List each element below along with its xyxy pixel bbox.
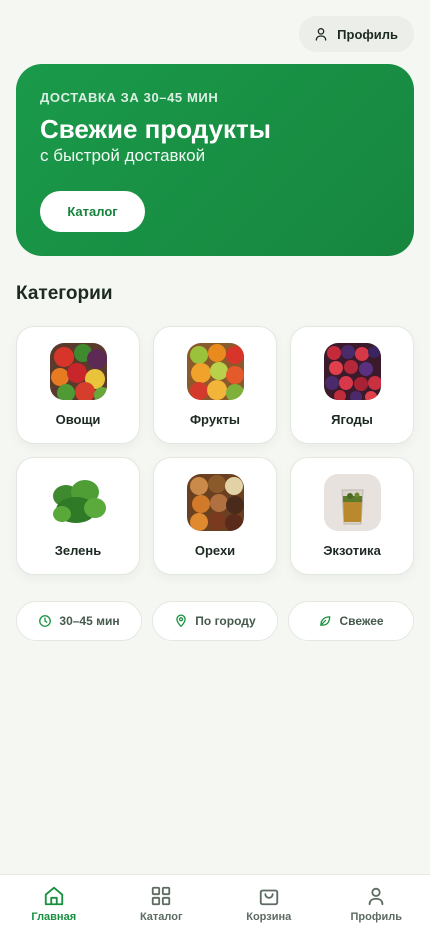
feature-chip-fresh[interactable]: Свежее [288, 601, 414, 641]
location-pin-icon [176, 614, 187, 628]
feature-chip-city[interactable]: По городу [152, 601, 278, 641]
nuts-image [186, 474, 244, 531]
profile-button-label: Профиль [337, 26, 398, 42]
leaf-icon [320, 616, 331, 626]
home-icon [44, 886, 63, 906]
nav-item-label: Корзина [246, 911, 292, 923]
categories-grid: Овощи Фрукты Ягоды Зелень Орехи Экзотика [16, 326, 414, 575]
feature-chip-time[interactable]: 30–45 мин [16, 601, 142, 641]
berries-image [323, 343, 381, 400]
nav-item-label: Главная [31, 911, 77, 923]
hero-banner: ДОСТАВКА ЗА 30–45 МИН Свежие продукты с … [16, 64, 414, 256]
feature-chip-label: 30–45 мин [59, 614, 120, 628]
vegetables-image [49, 343, 107, 400]
category-label: Овощи [55, 412, 101, 427]
greens-image [49, 474, 107, 531]
category-label: Зелень [54, 543, 102, 558]
category-label: Фрукты [189, 412, 241, 427]
category-card-berries[interactable]: Ягоды [290, 326, 414, 444]
shopping-bag-icon [259, 889, 278, 906]
category-card-fruits[interactable]: Фрукты [153, 326, 277, 444]
top-bar: Профиль [299, 16, 414, 52]
fruits-image [186, 343, 244, 400]
hero-subtitle: с быстрой доставкой [40, 146, 206, 165]
features-row: 30–45 мин По городу Свежее [16, 601, 414, 641]
user-icon [368, 887, 384, 906]
grid-icon [152, 886, 171, 906]
category-label: Экзотика [323, 543, 381, 558]
nav-item-profile[interactable]: Профиль [323, 875, 430, 932]
profile-button[interactable]: Профиль [299, 16, 414, 52]
category-card-exotic[interactable]: Экзотика [290, 457, 414, 575]
category-card-greens[interactable]: Зелень [16, 457, 140, 575]
catalog-button[interactable]: Каталог [40, 191, 145, 232]
category-card-vegetables[interactable]: Овощи [16, 326, 140, 444]
user-icon [315, 28, 327, 41]
category-label: Ягоды [331, 412, 373, 427]
exotic-drink-image [323, 474, 381, 531]
nav-item-label: Каталог [139, 911, 183, 923]
clock-icon [39, 615, 52, 627]
category-label: Орехи [194, 543, 236, 558]
categories-title: Категории [16, 283, 113, 304]
category-card-nuts[interactable]: Орехи [153, 457, 277, 575]
nav-item-home[interactable]: Главная [0, 875, 108, 932]
hero-title: Свежие продукты [40, 114, 271, 144]
nav-item-cart[interactable]: Корзина [215, 875, 323, 932]
feature-chip-label: Свежее [339, 614, 384, 628]
bottom-navigation: Главная Каталог Корзина Профиль [0, 874, 430, 932]
nav-item-label: Профиль [350, 911, 402, 923]
hero-kicker: ДОСТАВКА ЗА 30–45 МИН [40, 90, 219, 105]
nav-item-catalog[interactable]: Каталог [108, 875, 216, 932]
feature-chip-label: По городу [195, 614, 256, 628]
